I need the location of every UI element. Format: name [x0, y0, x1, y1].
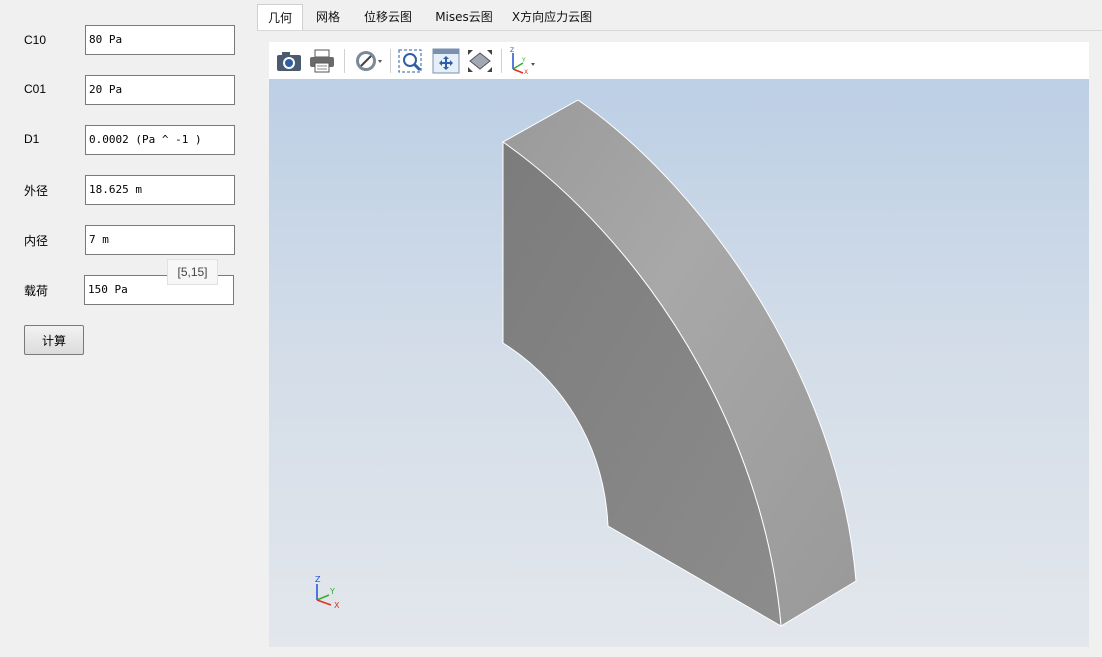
tab-mises[interactable]: Mises云图	[429, 4, 499, 30]
c01-input[interactable]: 20 Pa	[85, 75, 235, 105]
view-axes-icon[interactable]: Z Y X	[507, 47, 539, 76]
app-window: C10 80 Pa C01 20 Pa D1 0.0002 (Pa ^ -1 )…	[0, 0, 1102, 657]
inner-diameter-label: 内径	[24, 234, 49, 248]
hide-icon[interactable]	[353, 47, 385, 75]
axis-y-label: Y	[329, 587, 335, 596]
c10-label: C10	[24, 33, 47, 47]
toolbar-separator	[501, 49, 502, 73]
range-tooltip: [5,15]	[167, 259, 218, 285]
outer-diameter-label: 外径	[24, 184, 49, 198]
zoom-fit-icon[interactable]	[396, 47, 426, 75]
axis-z-label: Z	[315, 575, 321, 584]
3d-viewport[interactable]: Z Y X	[269, 79, 1089, 647]
parameter-panel: C10 80 Pa C01 20 Pa D1 0.0002 (Pa ^ -1 )…	[0, 0, 257, 657]
d1-label: D1	[24, 132, 40, 146]
load-label: 载荷	[24, 284, 49, 298]
outer-diameter-input[interactable]: 18.625 m	[85, 175, 235, 205]
toolbar-separator	[390, 49, 391, 73]
print-icon[interactable]	[307, 47, 337, 75]
axis-x-label: X	[334, 601, 340, 610]
camera-icon[interactable]	[274, 47, 304, 75]
tab-divider	[257, 30, 1102, 31]
axis-triad: Z Y X	[315, 575, 340, 610]
svg-text:X: X	[524, 69, 528, 75]
tab-x-stress[interactable]: X方向应力云图	[509, 4, 595, 30]
viewer-toolbar: Z Y X	[269, 42, 1089, 79]
c10-input[interactable]: 80 Pa	[85, 25, 235, 55]
svg-text:Z: Z	[510, 47, 514, 54]
d1-input[interactable]: 0.0002 (Pa ^ -1 )	[85, 125, 235, 155]
c01-label: C01	[24, 82, 47, 96]
tab-displacement[interactable]: 位移云图	[357, 4, 419, 30]
tab-bar: 几何 网格 位移云图 Mises云图 X方向应力云图	[257, 4, 1102, 32]
tab-geometry[interactable]: 几何	[257, 4, 303, 31]
toolbar-separator	[344, 49, 345, 73]
fit-all-icon[interactable]	[465, 47, 495, 75]
inner-diameter-input[interactable]: 7 m	[85, 225, 235, 255]
svg-text:Y: Y	[521, 57, 526, 64]
tab-mesh[interactable]: 网格	[305, 4, 351, 30]
pan-icon[interactable]	[431, 47, 461, 75]
calculate-button[interactable]: 计算	[24, 325, 84, 355]
